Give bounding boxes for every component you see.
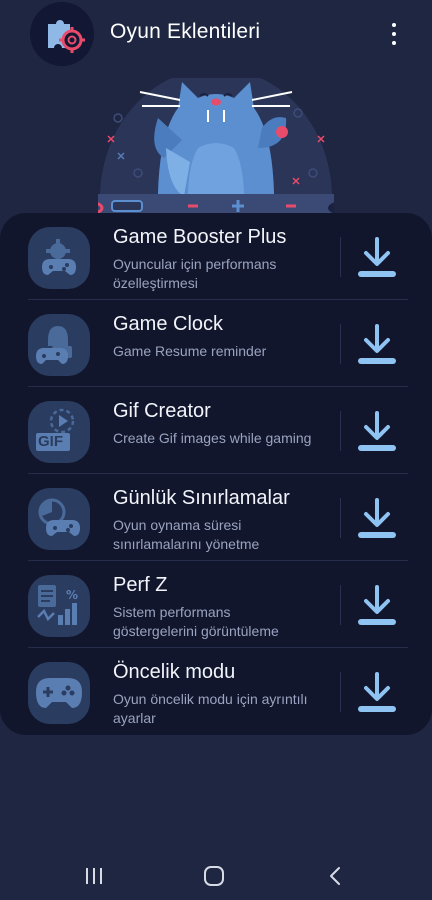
download-icon[interactable] bbox=[354, 583, 400, 629]
navigation-bar bbox=[0, 850, 432, 900]
download-icon[interactable] bbox=[354, 496, 400, 542]
addon-title: Günlük Sınırlamalar bbox=[113, 487, 290, 509]
addon-description: Oyuncular için performans özelleştirmesi bbox=[113, 256, 277, 291]
row-separator bbox=[340, 672, 341, 712]
list-item-oncelik-modu[interactable]: Öncelik modu Oyun öncelik modu için ayrı… bbox=[0, 648, 432, 735]
addon-title: Öncelik modu bbox=[113, 661, 236, 683]
addon-description: Sistem performans göstergelerini görüntü… bbox=[113, 604, 279, 639]
list-item-game-booster-plus[interactable]: Game Booster Plus Oyuncular için perform… bbox=[0, 213, 432, 300]
row-separator bbox=[340, 324, 341, 364]
stats-chart-icon: % bbox=[28, 575, 90, 637]
app-header: Oyun Eklentileri bbox=[0, 0, 432, 70]
addon-description: Game Resume reminder bbox=[113, 343, 267, 359]
row-separator bbox=[340, 237, 341, 277]
list-item-perf-z[interactable]: % Perf Z Sistem performans göstergelerin… bbox=[0, 561, 432, 648]
addon-title: Gif Creator bbox=[113, 400, 211, 422]
more-options-button[interactable] bbox=[380, 18, 408, 50]
page-title: Oyun Eklentileri bbox=[110, 20, 261, 43]
gif-label: GIF bbox=[38, 433, 63, 450]
gif-play-icon: GIF bbox=[28, 401, 90, 463]
addon-title: Perf Z bbox=[113, 574, 168, 596]
timer-gamepad-icon bbox=[28, 488, 90, 550]
addon-title: Game Booster Plus bbox=[113, 226, 287, 248]
download-icon[interactable] bbox=[354, 409, 400, 455]
puzzle-gear-icon bbox=[30, 2, 94, 66]
home-icon[interactable] bbox=[199, 864, 229, 888]
addon-title: Game Clock bbox=[113, 313, 224, 335]
row-separator bbox=[340, 498, 341, 538]
list-item-gif-creator[interactable]: GIF Gif Creator Create Gif images while … bbox=[0, 387, 432, 474]
download-icon[interactable] bbox=[354, 235, 400, 281]
more-vert-icon bbox=[392, 23, 396, 27]
list-item-game-clock[interactable]: Game Clock Game Resume reminder bbox=[0, 300, 432, 387]
row-separator bbox=[340, 585, 341, 625]
addon-description: Create Gif images while gaming bbox=[113, 430, 312, 446]
recents-icon[interactable] bbox=[80, 864, 110, 888]
download-icon[interactable] bbox=[354, 322, 400, 368]
bell-gamepad-icon bbox=[28, 314, 90, 376]
addon-description: Oyun oynama süresi sınırlamalarını yönet… bbox=[113, 517, 260, 552]
download-icon[interactable] bbox=[354, 670, 400, 716]
addon-list: Game Booster Plus Oyuncular için perform… bbox=[0, 213, 432, 735]
gear-gamepad-icon bbox=[28, 227, 90, 289]
gamepad-priority-icon bbox=[28, 662, 90, 724]
row-separator bbox=[340, 411, 341, 451]
svg-text:%: % bbox=[66, 588, 78, 602]
addon-description: Oyun öncelik modu için ayrıntılı ayarlar bbox=[113, 691, 308, 726]
back-icon[interactable] bbox=[320, 864, 350, 888]
list-item-gunluk-sinirlamalar[interactable]: Günlük Sınırlamalar Oyun oynama süresi s… bbox=[0, 474, 432, 561]
hero-illustration bbox=[98, 78, 334, 218]
